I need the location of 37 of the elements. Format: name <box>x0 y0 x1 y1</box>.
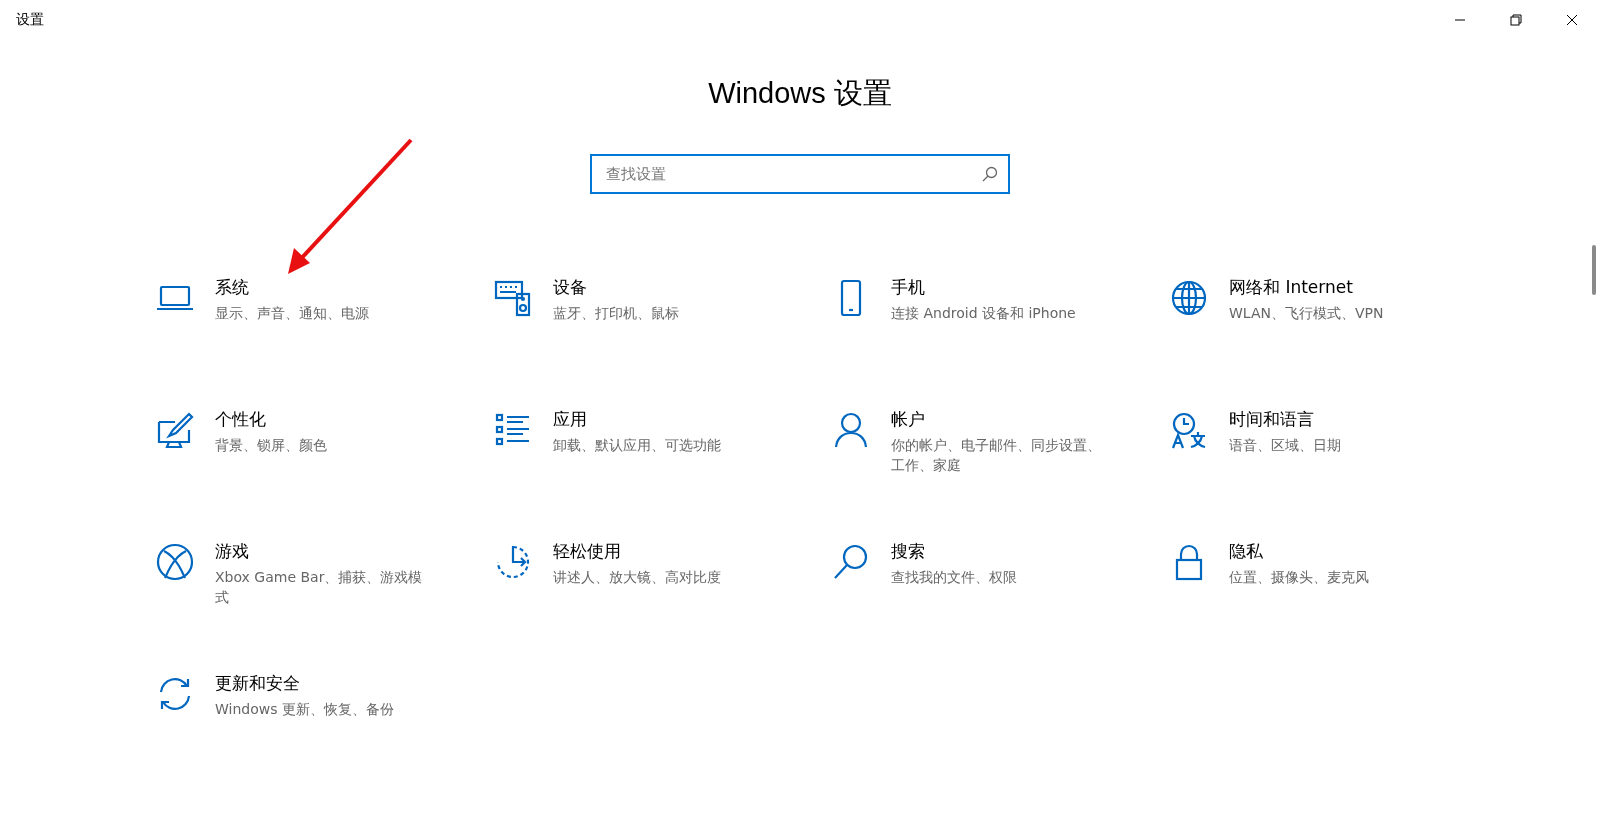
category-description: 卸载、默认应用、可选功能 <box>553 436 722 455</box>
category-title[interactable]: 手机 <box>891 276 1111 299</box>
category-description: Xbox Game Bar、捕获、游戏模式 <box>215 568 424 607</box>
search-field[interactable]: 查找设置 <box>590 154 1010 194</box>
category-description: 连接 Android 设备和 iPhone <box>891 304 1077 323</box>
category-description: 背景、锁屏、颜色 <box>215 436 328 455</box>
scrollbar-thumb[interactable] <box>1592 245 1596 295</box>
category-description: 查找我的文件、权限 <box>891 568 1018 587</box>
category-description: 你的帐户、电子邮件、同步设置、工作、家庭 <box>891 436 1102 475</box>
page-heading: Windows 设置 <box>707 76 893 111</box>
paintbrush-screen-icon[interactable] <box>155 410 195 450</box>
category-title[interactable]: 游戏 <box>215 540 435 563</box>
category-description: 语音、区域、日期 <box>1229 436 1342 455</box>
keyboard-speaker-icon[interactable] <box>493 278 533 318</box>
category-description: 讲述人、放大镜、高对比度 <box>553 568 722 587</box>
xbox-icon[interactable] <box>155 542 195 582</box>
category-title[interactable]: 隐私 <box>1229 540 1449 563</box>
category-title[interactable]: 帐户 <box>891 408 1111 431</box>
category-title[interactable]: 时间和语言 <box>1229 408 1449 431</box>
category-title[interactable]: 个性化 <box>215 408 435 431</box>
globe-icon[interactable] <box>1169 278 1209 318</box>
category-title[interactable]: 搜索 <box>891 540 1111 563</box>
category-description: WLAN、飞行模式、VPN <box>1229 304 1385 323</box>
category-title[interactable]: 设备 <box>553 276 773 299</box>
category-title[interactable]: 应用 <box>553 408 773 431</box>
close-icon <box>1566 14 1578 26</box>
restore-icon <box>1510 14 1522 26</box>
category-title[interactable]: 系统 <box>215 276 435 299</box>
category-title[interactable]: 更新和安全 <box>215 672 435 695</box>
window-title: 设置 <box>15 11 45 29</box>
category-title[interactable]: 轻松使用 <box>553 540 773 563</box>
category-description: 蓝牙、打印机、鼠标 <box>553 304 680 323</box>
category-title[interactable]: 网络和 Internet <box>1229 276 1449 299</box>
category-description: 位置、摄像头、麦克风 <box>1229 568 1370 587</box>
category-description: Windows 更新、恢复、备份 <box>215 700 395 719</box>
category-description: 显示、声音、通知、电源 <box>215 304 370 323</box>
search-icon <box>982 166 998 182</box>
